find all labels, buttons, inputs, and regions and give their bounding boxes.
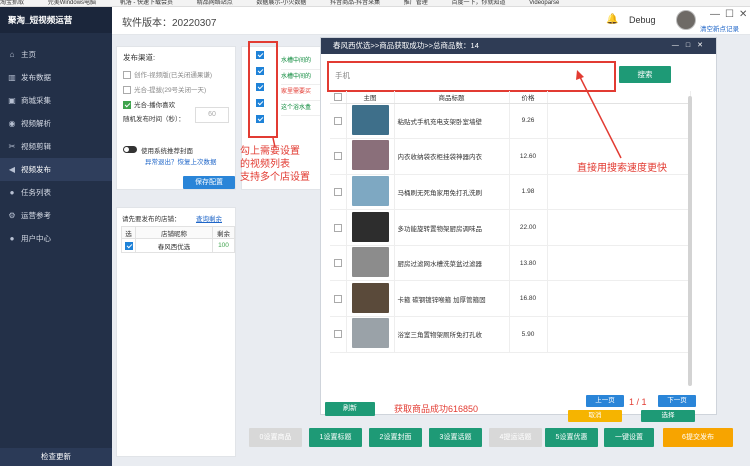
arrow-head	[576, 70, 584, 80]
arrow-search	[579, 76, 622, 159]
set-product-button[interactable]: 0设置商品	[249, 428, 302, 447]
set-topic-button[interactable]: 3设置话题	[429, 428, 482, 447]
operate-topic-button[interactable]: 4提运话题	[489, 428, 542, 447]
submit-publish-button[interactable]: 6提交发布	[663, 428, 733, 447]
set-cover-button[interactable]: 2设置封面	[369, 428, 422, 447]
annotation-arrows	[272, 70, 622, 159]
arrow-pick	[272, 137, 276, 148]
one-click-setup-button[interactable]: 一键设置	[604, 428, 654, 447]
set-title-button[interactable]: 1设置标题	[309, 428, 362, 447]
set-discount-button[interactable]: 5设置优惠	[545, 428, 598, 447]
